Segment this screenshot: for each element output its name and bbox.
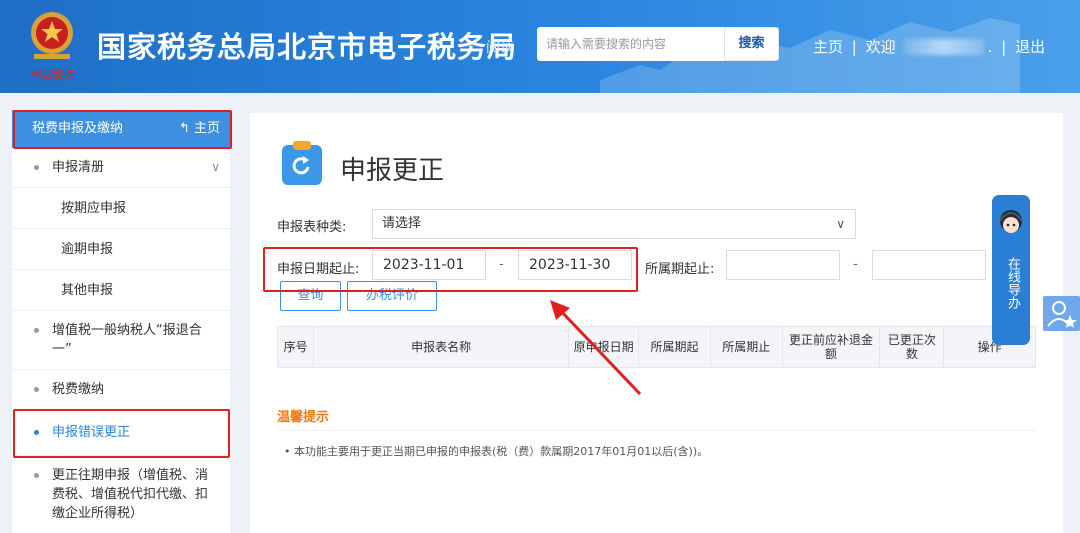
bullet-icon [34, 328, 39, 333]
chevron-down-icon: ∨ [836, 217, 845, 231]
bullet-icon [34, 165, 39, 170]
nav-dot: . [987, 38, 993, 56]
nav-logout-link[interactable]: 退出 [1015, 38, 1045, 56]
sidebar-header[interactable]: 税费申报及缴纳 ↰ 主页 [12, 110, 230, 148]
chevron-down-icon[interactable]: ∨ [211, 158, 220, 177]
online-guide-label: 在线导办 [1005, 257, 1020, 309]
date-start-input[interactable]: 2023-11-01 [372, 250, 486, 280]
sidebar-header-label: 税费申报及缴纳 [32, 121, 124, 136]
sidebar-item-other-declaration[interactable]: 其他申报 [12, 270, 230, 311]
online-guide-widget[interactable]: 在线导办 [992, 195, 1030, 345]
bullet-icon [34, 387, 39, 392]
sidebar-item-label: 按期应申报 [61, 201, 127, 216]
sidebar-item-periodic-declaration[interactable]: 按期应申报 [12, 188, 230, 229]
main-content: 申报更正 申报表种类: 请选择 ∨ 申报日期起止: 2023-11-01 - 2… [250, 113, 1063, 533]
sidebar-item-past-correction[interactable]: 更正往期申报（增值税、消费税、增值税代扣代缴、扣缴企业所得税） [12, 456, 230, 533]
nav-separator: | [1001, 38, 1007, 56]
sidebar-home-link[interactable]: ↰ 主页 [179, 110, 220, 148]
sidebar-item-label: 申报清册 [52, 160, 105, 175]
support-agent-icon [999, 210, 1023, 233]
user-service-icon[interactable] [1043, 296, 1080, 331]
nav-home-link[interactable]: 主页 [813, 38, 843, 56]
sidebar-item-label: 其他申报 [61, 283, 114, 298]
tip-title: 温馨提示 [277, 410, 330, 425]
query-button[interactable]: 查询 [280, 281, 341, 311]
bullet-icon [34, 473, 39, 478]
form-type-label: 申报表种类: [277, 220, 347, 235]
date-separator: - [499, 257, 504, 272]
result-table-header: 序号 申报表名称 原申报日期 所属期起 所属期止 更正前应补退金额 已更正次数 … [277, 326, 1036, 368]
declaration-date-label: 申报日期起止: [277, 262, 360, 277]
site-title: 国家税务总局北京市电子税务局 [97, 30, 518, 64]
blurred-username [903, 39, 984, 55]
sidebar-item-declaration-list[interactable]: 申报清册 ∨ [12, 148, 230, 188]
sidebar-item-error-correction[interactable]: 申报错误更正 [12, 410, 230, 456]
logo-text: 中国税务 [30, 68, 75, 81]
back-arrow-icon: ↰ [178, 121, 190, 136]
period-start-input[interactable] [726, 250, 840, 280]
sidebar-item-label: 逾期申报 [61, 242, 114, 257]
period-end-input[interactable] [872, 250, 986, 280]
table-header-cell: 申报表名称 [314, 327, 570, 367]
tip-text: • 本功能主要用于更正当期已申报的申报表(税（费）款属期2017年01月01以后… [284, 445, 709, 458]
table-header-cell: 原申报日期 [569, 327, 640, 367]
tax-rating-button[interactable]: 办税评价 [347, 281, 437, 311]
form-type-value: 请选择 [382, 216, 422, 231]
tax-period-label: 所属期起止: [645, 262, 715, 277]
sidebar: 税费申报及缴纳 ↰ 主页 申报清册 ∨ 按期应申报 逾期申报 其他申报 增值税一… [12, 110, 230, 533]
title-tail-text: 阅读 [486, 40, 514, 56]
sidebar-item-overdue-declaration[interactable]: 逾期申报 [12, 229, 230, 270]
table-header-cell: 序号 [278, 327, 314, 367]
table-header-cell: 所属期止 [711, 327, 783, 367]
national-emblem-logo: 中国税务 [30, 12, 75, 81]
search-button[interactable]: 搜索 [724, 27, 779, 61]
header-nav: 主页 | 欢迎. | 退出 [813, 36, 1049, 57]
date-end-input[interactable]: 2023-11-30 [518, 250, 632, 280]
correction-clipboard-icon [282, 141, 322, 185]
sidebar-item-vat-refund[interactable]: 增值税一般纳税人“报退合一” [12, 311, 230, 370]
table-header-cell: 更正前应补退金额 [783, 327, 881, 367]
table-header-cell: 已更正次数 [880, 327, 945, 367]
sidebar-home-label: 主页 [193, 121, 220, 136]
table-header-cell: 所属期起 [639, 327, 711, 367]
top-header: 中国税务 国家税务总局北京市电子税务局 阅读 搜索 主页 | 欢迎. | 退出 [0, 0, 1080, 93]
sidebar-item-label: 申报错误更正 [52, 425, 131, 440]
divider [277, 430, 1036, 431]
sidebar-item-tax-payment[interactable]: 税费缴纳 [12, 370, 230, 410]
nav-separator: | [851, 38, 857, 56]
sidebar-item-label: 增值税一般纳税人“报退合一” [52, 323, 202, 357]
nav-welcome-text: 欢迎 [865, 38, 896, 56]
period-separator: - [853, 257, 858, 272]
page-title: 申报更正 [340, 156, 445, 186]
sidebar-item-label: 税费缴纳 [52, 382, 105, 397]
search-input[interactable] [537, 27, 724, 61]
form-type-select[interactable]: 请选择 ∨ [372, 209, 856, 239]
sidebar-item-label: 更正往期申报（增值税、消费税、增值税代扣代缴、扣缴企业所得税） [52, 468, 209, 521]
bullet-icon [34, 430, 39, 435]
